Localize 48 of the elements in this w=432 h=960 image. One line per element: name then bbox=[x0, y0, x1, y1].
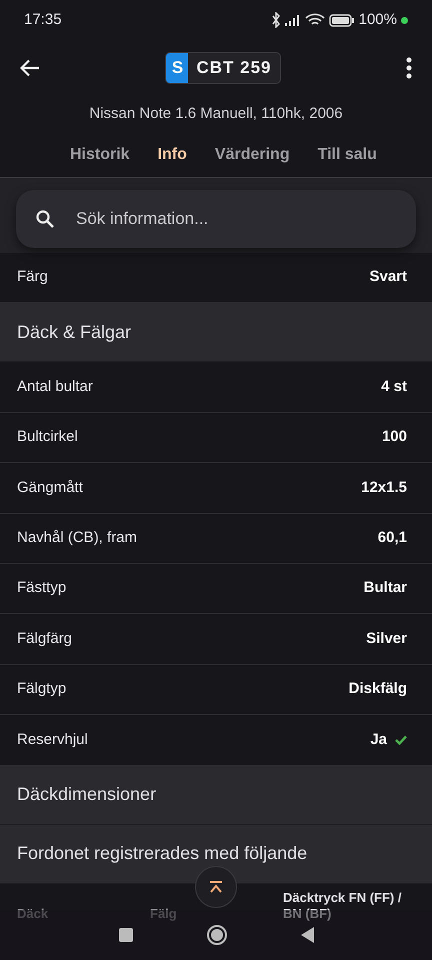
check-icon bbox=[395, 734, 407, 745]
status-time: 17:35 bbox=[24, 10, 62, 30]
column-header: Däcktryck FN (FF) / BN (BF) bbox=[283, 890, 402, 922]
row-value: 12x1.5 bbox=[361, 478, 407, 498]
row-label: Reservhjul bbox=[17, 730, 88, 750]
row-label: Färg bbox=[17, 267, 48, 288]
search-icon bbox=[36, 210, 54, 228]
column-header: Fälg bbox=[150, 906, 177, 922]
plate-country: S bbox=[166, 53, 188, 83]
row-label: Navhål (CB), fram bbox=[17, 528, 138, 548]
search-field[interactable]: Sök information... bbox=[16, 190, 416, 248]
tab[interactable]: Till salu bbox=[304, 132, 391, 178]
bluetooth-icon bbox=[270, 12, 281, 28]
row-value: Ja bbox=[370, 730, 387, 750]
recents-icon[interactable] bbox=[118, 927, 134, 943]
row-label: Fälgtyp bbox=[17, 679, 66, 700]
plate-number: CBT 259 bbox=[195, 57, 273, 79]
row-value: Bultar bbox=[364, 578, 407, 598]
row-value: Silver bbox=[366, 628, 407, 649]
column-header: Däck bbox=[17, 906, 48, 922]
scroll-top-icon bbox=[209, 881, 223, 893]
section-title: Fordonet registrerades med följande bbox=[17, 842, 308, 866]
home-icon[interactable] bbox=[206, 924, 228, 946]
back-triangle-icon[interactable] bbox=[300, 926, 314, 944]
section-title: Däck & Fälgar bbox=[17, 320, 132, 344]
tab[interactable]: Historik bbox=[56, 132, 144, 178]
back-arrow-icon bbox=[20, 58, 40, 77]
row-label: Antal bultar bbox=[17, 376, 93, 397]
wifi-icon bbox=[304, 13, 325, 27]
battery-level: 100% bbox=[358, 10, 397, 30]
more-icon bbox=[406, 56, 412, 79]
scroll-top-button[interactable] bbox=[195, 866, 237, 908]
row-label: Bultcirkel bbox=[17, 427, 78, 448]
vehicle-subtitle: Nissan Note 1.6 Manuell, 110hk, 2006 bbox=[89, 104, 343, 124]
signal-icon bbox=[284, 14, 301, 26]
row-value: Diskfälg bbox=[348, 679, 407, 700]
row-label: Fälgfärg bbox=[17, 628, 72, 649]
row-value: 60,1 bbox=[378, 528, 407, 548]
row-value: 4 st bbox=[381, 376, 407, 397]
row-value: Svart bbox=[369, 267, 407, 288]
row-label: Gängmått bbox=[17, 478, 83, 498]
section-title: Däckdimensioner bbox=[17, 783, 156, 806]
charging-dot-icon bbox=[401, 16, 408, 24]
tab[interactable]: Värdering bbox=[200, 132, 304, 178]
battery-icon bbox=[328, 14, 355, 26]
tab[interactable]: Info bbox=[144, 132, 201, 178]
row-label: Fästtyp bbox=[17, 578, 66, 598]
row-value: 100 bbox=[382, 427, 407, 448]
